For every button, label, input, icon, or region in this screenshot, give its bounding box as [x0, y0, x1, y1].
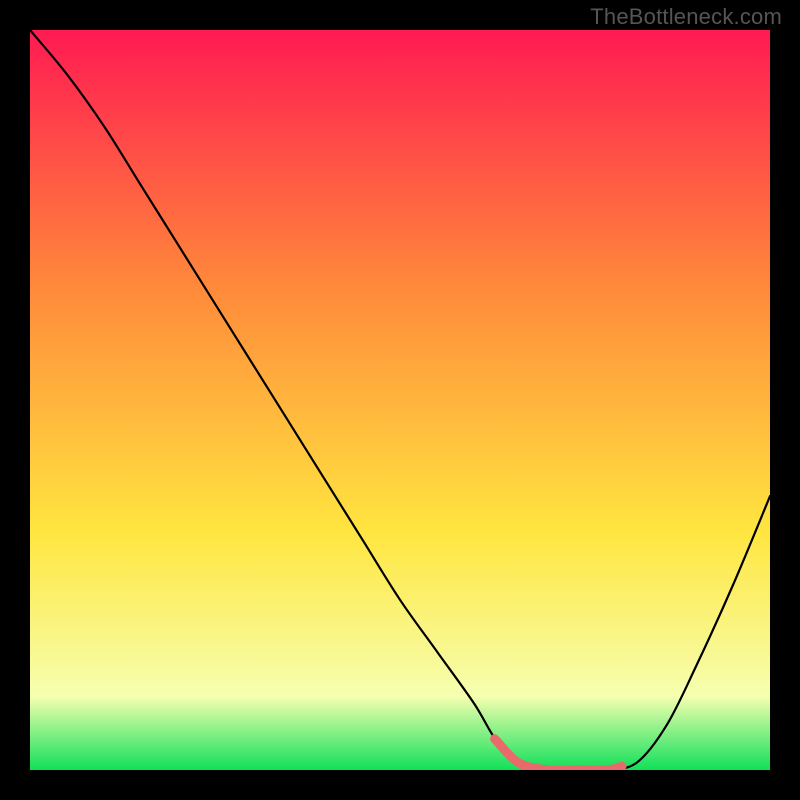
bottleneck-curve: [30, 30, 770, 770]
watermark-text: TheBottleneck.com: [590, 4, 782, 30]
chart-curve-layer: [30, 30, 770, 770]
optimal-range-highlight: [495, 739, 622, 770]
chart-plot-area: [30, 30, 770, 770]
